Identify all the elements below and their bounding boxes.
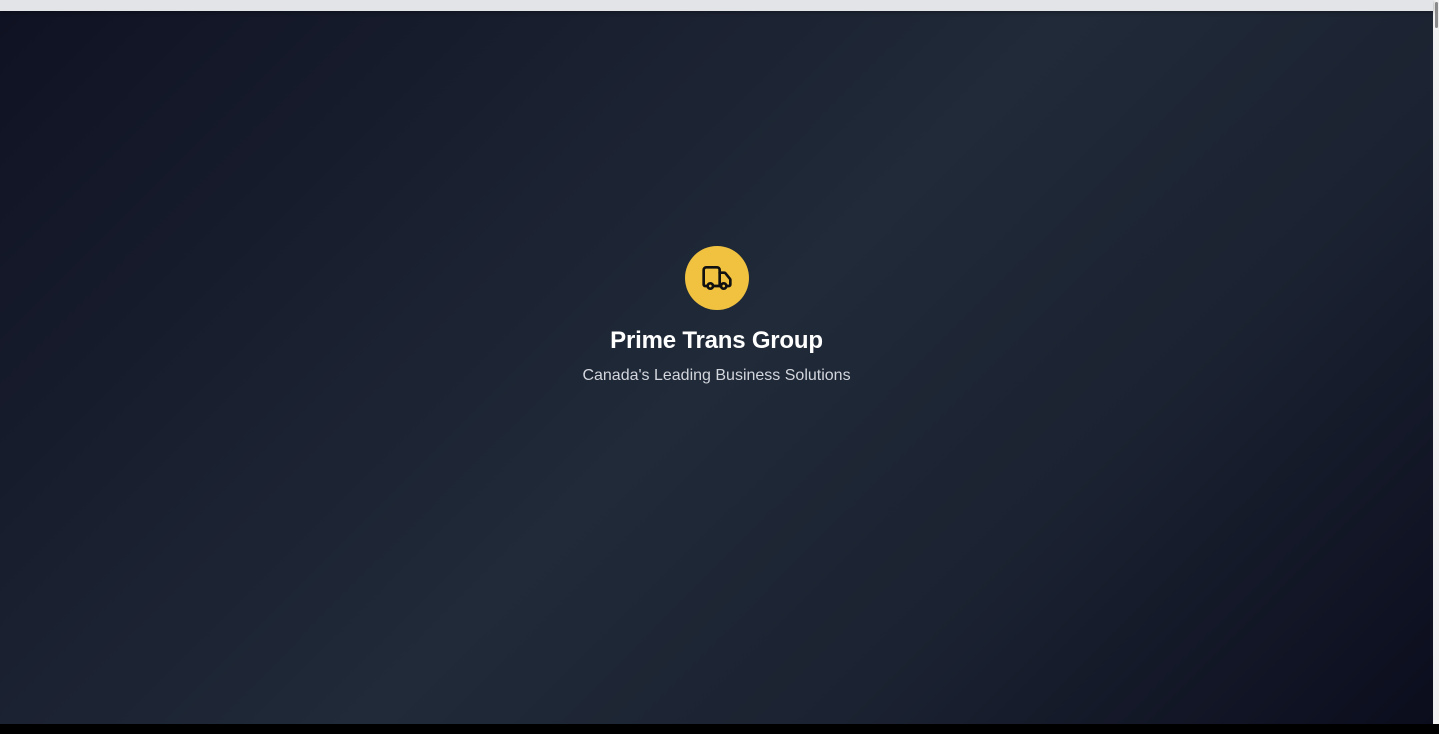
bottom-edge bbox=[0, 724, 1439, 734]
brand-title: Prime Trans Group bbox=[610, 327, 823, 354]
splash-screen: Prime Trans Group Canada's Leading Busin… bbox=[0, 11, 1433, 724]
brand-tagline: Canada's Leading Business Solutions bbox=[582, 367, 851, 384]
brand-block: Prime Trans Group Canada's Leading Busin… bbox=[0, 246, 1433, 386]
scrollbar[interactable] bbox=[1433, 0, 1439, 724]
scrollbar-thumb[interactable] bbox=[1435, 2, 1438, 28]
browser-top-bar bbox=[0, 0, 1433, 11]
truck-icon bbox=[701, 266, 732, 290]
brand-logo bbox=[684, 246, 749, 310]
